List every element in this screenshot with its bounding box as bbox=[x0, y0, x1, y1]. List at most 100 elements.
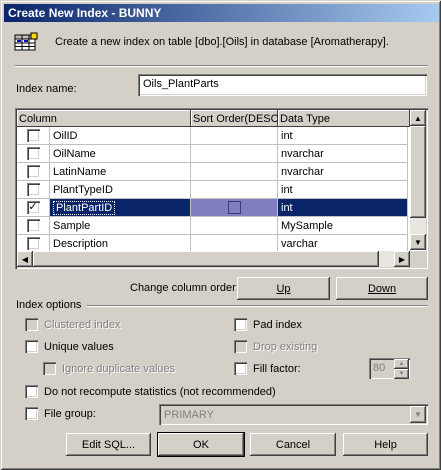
sort-order-cell[interactable] bbox=[191, 199, 278, 217]
column-name-cell[interactable]: LatinName bbox=[50, 163, 191, 181]
data-type-cell[interactable]: int bbox=[278, 181, 408, 199]
scroll-corner bbox=[410, 251, 426, 267]
drop-existing-checkbox[interactable] bbox=[234, 340, 247, 353]
header-column[interactable]: Column bbox=[17, 110, 191, 127]
fill-factor-option[interactable]: Fill factor: bbox=[234, 362, 301, 375]
include-column-cell[interactable] bbox=[17, 217, 50, 235]
ignore-duplicates-option[interactable]: Ignore duplicate values bbox=[43, 362, 175, 375]
ok-button[interactable]: OK bbox=[158, 433, 244, 456]
table-row[interactable]: OilID int bbox=[17, 127, 408, 145]
pad-index-checkbox[interactable] bbox=[234, 318, 247, 331]
data-type: nvarchar bbox=[281, 147, 324, 160]
no-recompute-checkbox[interactable] bbox=[25, 385, 38, 398]
horizontal-scrollbar[interactable]: ◀ ▶ bbox=[17, 251, 410, 267]
data-type: nvarchar bbox=[281, 165, 324, 178]
fill-factor-down-icon[interactable]: ▼ bbox=[394, 369, 409, 379]
scroll-left-icon[interactable]: ◀ bbox=[17, 251, 33, 267]
index-name-input[interactable]: Oils_PlantParts bbox=[138, 74, 427, 96]
include-column-checkbox[interactable] bbox=[26, 219, 40, 232]
column-name: Description bbox=[53, 237, 109, 250]
down-button[interactable]: Down bbox=[336, 277, 428, 300]
sort-order-cell[interactable] bbox=[191, 163, 278, 181]
column-grid[interactable]: Column Sort Order(DESC) Data Type OilID i… bbox=[15, 108, 428, 269]
include-column-cell[interactable]: ✓ bbox=[17, 199, 50, 217]
data-type: int bbox=[281, 129, 293, 142]
column-name: Sample bbox=[53, 219, 91, 232]
clustered-index-option[interactable]: Clustered index bbox=[25, 318, 120, 331]
table-row[interactable]: PlantTypeID int bbox=[17, 181, 408, 199]
ignore-duplicates-checkbox[interactable] bbox=[43, 362, 56, 375]
include-column-checkbox[interactable] bbox=[26, 147, 40, 160]
up-button[interactable]: Up bbox=[237, 277, 330, 300]
include-column-checkbox[interactable]: ✓ bbox=[26, 201, 40, 214]
data-type-cell[interactable]: nvarchar bbox=[278, 145, 408, 163]
drop-existing-option[interactable]: Drop existing bbox=[234, 340, 317, 353]
file-group-option[interactable]: File group: bbox=[25, 407, 96, 420]
data-type: varchar bbox=[281, 237, 318, 250]
hscroll-thumb[interactable] bbox=[33, 251, 379, 267]
create-index-dialog: Create New Index - BUNNY Create a new in… bbox=[0, 0, 441, 470]
table-row[interactable]: OilName nvarchar bbox=[17, 145, 408, 163]
column-order-label: Change column order: bbox=[130, 282, 239, 294]
scroll-right-icon[interactable]: ▶ bbox=[394, 251, 410, 267]
cancel-button[interactable]: Cancel bbox=[250, 433, 336, 456]
data-type-cell[interactable]: nvarchar bbox=[278, 163, 408, 181]
data-type: MySample bbox=[281, 219, 333, 232]
chevron-down-icon[interactable]: ▼ bbox=[410, 406, 426, 423]
window-title: Create New Index - BUNNY bbox=[8, 6, 162, 20]
title-bar[interactable]: Create New Index - BUNNY bbox=[4, 4, 439, 22]
unique-values-checkbox[interactable] bbox=[25, 340, 38, 353]
sort-desc-checkbox[interactable] bbox=[227, 201, 241, 214]
column-name: OilName bbox=[53, 147, 96, 160]
fill-factor-up-icon[interactable]: ▲ bbox=[394, 359, 409, 369]
include-column-checkbox[interactable] bbox=[26, 165, 40, 178]
column-name: PlantTypeID bbox=[53, 183, 113, 196]
column-name-cell[interactable]: PlantTypeID bbox=[50, 181, 191, 199]
include-column-checkbox[interactable] bbox=[26, 129, 40, 142]
data-type-cell[interactable]: int bbox=[278, 127, 408, 145]
table-icon bbox=[14, 32, 38, 52]
sort-order-cell[interactable] bbox=[191, 145, 278, 163]
sort-order-cell[interactable] bbox=[191, 181, 278, 199]
sort-order-cell[interactable] bbox=[191, 127, 278, 145]
pad-index-option[interactable]: Pad index bbox=[234, 318, 302, 331]
scroll-up-icon[interactable]: ▲ bbox=[410, 110, 426, 126]
data-type: int bbox=[281, 201, 293, 214]
file-group-value: PRIMARY bbox=[164, 408, 214, 421]
include-column-cell[interactable] bbox=[17, 127, 50, 145]
scroll-thumb[interactable] bbox=[410, 126, 426, 218]
include-column-cell[interactable] bbox=[17, 163, 50, 181]
include-column-checkbox[interactable] bbox=[26, 237, 40, 250]
scroll-down-icon[interactable]: ▼ bbox=[410, 234, 426, 250]
no-recompute-option[interactable]: Do not recompute statistics (not recomme… bbox=[25, 385, 276, 398]
header-data-type[interactable]: Data Type bbox=[278, 110, 410, 127]
index-name-value: Oils_PlantParts bbox=[143, 78, 219, 90]
fill-factor-value: 80 bbox=[373, 362, 386, 374]
table-row[interactable]: ✓ PlantPartID int bbox=[17, 199, 408, 217]
table-row[interactable]: LatinName nvarchar bbox=[17, 163, 408, 181]
sort-order-cell[interactable] bbox=[191, 217, 278, 235]
include-column-checkbox[interactable] bbox=[26, 183, 40, 196]
table-row[interactable]: Sample MySample bbox=[17, 217, 408, 235]
file-group-checkbox[interactable] bbox=[25, 407, 38, 420]
fill-factor-checkbox[interactable] bbox=[234, 362, 247, 375]
index-name-label: Index name: bbox=[16, 83, 77, 95]
vertical-scrollbar[interactable]: ▲ ▼ bbox=[410, 110, 426, 250]
data-type-cell[interactable]: MySample bbox=[278, 217, 408, 235]
include-column-cell[interactable] bbox=[17, 181, 50, 199]
column-name-cell[interactable]: OilName bbox=[50, 145, 191, 163]
clustered-index-checkbox[interactable] bbox=[25, 318, 38, 331]
help-button[interactable]: Help bbox=[343, 433, 428, 456]
column-name: LatinName bbox=[53, 165, 107, 178]
column-name-cell[interactable]: Sample bbox=[50, 217, 191, 235]
data-type-cell[interactable]: int bbox=[278, 199, 408, 217]
dialog-description: Create a new index on table [dbo].[Oils]… bbox=[55, 36, 389, 48]
column-name-cell[interactable]: PlantPartID bbox=[50, 199, 191, 217]
include-column-cell[interactable] bbox=[17, 145, 50, 163]
edit-sql-button[interactable]: Edit SQL... bbox=[66, 433, 151, 456]
header-sort-order[interactable]: Sort Order(DESC) bbox=[191, 110, 278, 127]
file-group-select[interactable]: PRIMARY bbox=[159, 404, 428, 425]
divider bbox=[15, 65, 428, 67]
unique-values-option[interactable]: Unique values bbox=[25, 340, 114, 353]
column-name-cell[interactable]: OilID bbox=[50, 127, 191, 145]
